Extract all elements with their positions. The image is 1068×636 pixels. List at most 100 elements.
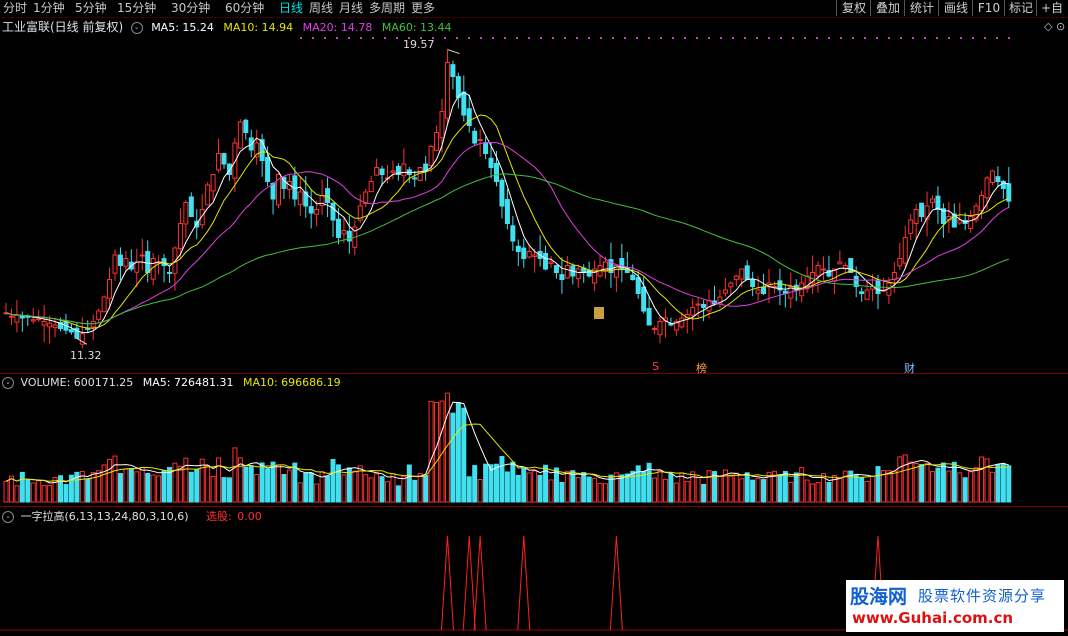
volume-bar: [270, 461, 276, 503]
candle-body: [374, 167, 380, 176]
candle-body: [755, 289, 761, 294]
candle-body: [859, 291, 865, 294]
top-dot: [564, 37, 566, 39]
volume-bar: [837, 477, 843, 503]
volume-bar: [428, 400, 434, 503]
volume-bar: [853, 474, 859, 503]
volume-bar: [951, 461, 957, 503]
period-tab-3[interactable]: 15分钟: [117, 1, 156, 16]
candle-body: [123, 258, 129, 267]
marker-cai[interactable]: 财: [904, 360, 915, 376]
toolbar-button-3[interactable]: 画线: [938, 0, 973, 16]
toolbar-button-0[interactable]: 复权: [836, 0, 871, 16]
candle-body: [532, 254, 538, 258]
period-tab-6[interactable]: 日线: [279, 1, 303, 16]
volume-bar: [662, 478, 668, 503]
top-dot: [948, 37, 950, 39]
volume-bar: [859, 477, 865, 503]
candle-body: [259, 139, 265, 161]
volume-bar: [793, 472, 799, 503]
candle-body: [815, 265, 821, 277]
period-tab-1[interactable]: 1分钟: [33, 1, 65, 16]
toolbar-button-1[interactable]: 叠加: [870, 0, 905, 16]
period-tab-9[interactable]: 多周期: [369, 1, 405, 16]
period-tab-8[interactable]: 月线: [339, 1, 363, 16]
period-tab-0[interactable]: 分时: [3, 1, 27, 16]
candle-body: [908, 219, 914, 234]
candle-body: [30, 319, 36, 322]
volume-bar: [423, 475, 429, 503]
volume-bar: [733, 472, 739, 503]
volume-bar: [3, 480, 9, 503]
high-pointer: [447, 49, 460, 55]
toolbar-button-2[interactable]: 统计: [904, 0, 939, 16]
top-dot: [924, 37, 926, 39]
volume-bar: [957, 472, 963, 503]
candle-body: [989, 170, 995, 184]
watermark-line3: www.Guhai.com.cn: [852, 609, 1014, 627]
candle-body: [19, 315, 25, 319]
top-dot: [900, 37, 902, 39]
candle-body: [183, 202, 189, 225]
volume-bar: [810, 483, 816, 503]
top-dot: [360, 37, 362, 39]
toolbar-button-6[interactable]: +自: [1036, 0, 1067, 16]
volume-bar: [684, 480, 690, 503]
kline-chart[interactable]: [0, 18, 1068, 636]
top-dot: [768, 37, 770, 39]
top-dot: [456, 37, 458, 39]
candle-body: [564, 265, 570, 279]
volume-bar: [973, 467, 979, 503]
candle-body: [390, 170, 396, 173]
candle-body: [428, 146, 434, 166]
volume-bar: [673, 482, 679, 503]
toolbar-button-5[interactable]: 标记: [1004, 0, 1037, 16]
volume-bar: [308, 472, 314, 503]
volume-bar: [641, 470, 647, 503]
volume-bar: [570, 470, 576, 503]
volume-bar: [624, 473, 630, 503]
period-tab-2[interactable]: 5分钟: [75, 1, 107, 16]
marker-s[interactable]: S: [652, 360, 659, 373]
indicator-spike: [609, 535, 623, 631]
volume-bar: [935, 467, 941, 503]
marker-bang[interactable]: 榜: [696, 360, 707, 376]
candle-body: [733, 275, 739, 280]
period-tab-10[interactable]: 更多: [411, 1, 435, 16]
volume-bar: [532, 470, 538, 503]
top-dot: [672, 37, 674, 39]
volume-bar: [161, 470, 167, 503]
period-tab-5[interactable]: 60分钟: [225, 1, 264, 16]
volume-bar: [85, 478, 91, 503]
volume-bar: [788, 481, 794, 503]
volume-bar: [363, 474, 369, 503]
candle-body: [483, 142, 489, 155]
volume-bar: [455, 402, 461, 503]
candle-body: [134, 261, 140, 273]
toolbar-button-4[interactable]: F10: [972, 0, 1005, 16]
info-mine-icon[interactable]: [594, 307, 604, 319]
volume-bar: [232, 447, 238, 503]
volume-bar: [619, 474, 625, 503]
volume-bar: [8, 475, 14, 503]
volume-bar: [150, 474, 156, 503]
volume-bar: [897, 456, 903, 503]
period-tab-4[interactable]: 30分钟: [171, 1, 210, 16]
candle-body: [325, 188, 331, 204]
volume-bar: [25, 479, 31, 503]
top-dot: [300, 37, 302, 39]
candle-body: [695, 303, 701, 306]
candle-body: [575, 268, 581, 280]
top-dot: [624, 37, 626, 39]
candle-body: [237, 121, 243, 149]
period-tab-7[interactable]: 周线: [309, 1, 333, 16]
candle-body: [243, 119, 249, 133]
candle-body: [494, 162, 499, 183]
volume-bar: [107, 458, 113, 503]
volume-bar: [286, 469, 292, 503]
indicator-spike: [440, 535, 454, 631]
candle-body: [750, 279, 756, 287]
candle-body: [690, 307, 696, 316]
volume-bar: [804, 479, 810, 503]
volume-bar: [314, 483, 320, 503]
